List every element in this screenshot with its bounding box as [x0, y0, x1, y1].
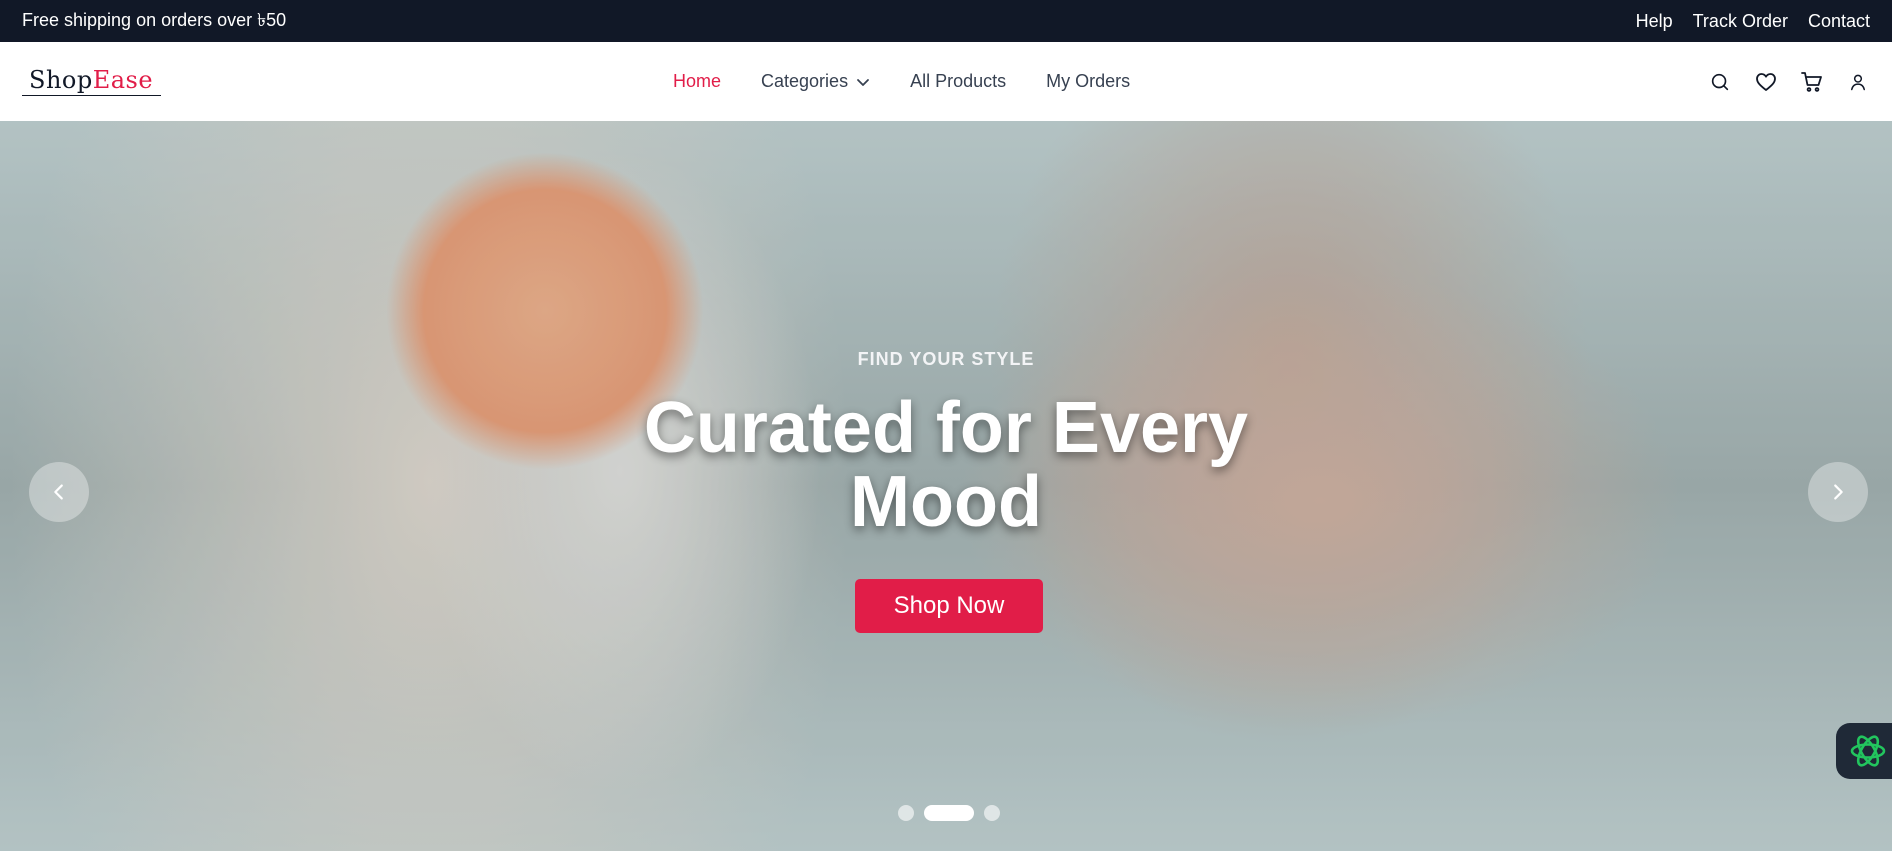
announcement-bar: Free shipping on orders over ৳50 Help Tr…	[0, 0, 1892, 42]
carousel-indicators	[898, 805, 1000, 821]
nav-home[interactable]: Home	[673, 71, 721, 92]
cart-icon[interactable]	[1800, 70, 1824, 94]
carousel-prev-button[interactable]	[29, 462, 89, 522]
heart-icon[interactable]	[1754, 70, 1778, 94]
chevron-right-icon	[1834, 484, 1843, 500]
logo-text-ease: Ease	[92, 66, 154, 94]
topbar-links: Help Track Order Contact	[1636, 11, 1870, 32]
logo-text-shop: Shop	[29, 66, 93, 94]
hero-headline: Curated for Every Mood	[643, 388, 1249, 542]
nav-all-products[interactable]: All Products	[910, 71, 1006, 92]
shop-now-button[interactable]: Shop Now	[855, 579, 1043, 633]
chevron-left-icon	[54, 484, 63, 500]
nav-categories[interactable]: Categories	[761, 71, 870, 92]
user-icon[interactable]	[1846, 70, 1870, 94]
carousel-next-button[interactable]	[1808, 462, 1868, 522]
site-header: ShopEase Home Categories All Products My…	[0, 42, 1892, 121]
contact-link[interactable]: Contact	[1808, 11, 1870, 32]
promo-text: Free shipping on orders over ৳50	[22, 9, 287, 30]
hero-carousel: FIND YOUR STYLE Curated for Every Mood S…	[0, 121, 1892, 851]
nav-my-orders[interactable]: My Orders	[1046, 71, 1130, 92]
help-link[interactable]: Help	[1636, 11, 1673, 32]
hero-eyebrow: FIND YOUR STYLE	[857, 349, 1035, 369]
chevron-down-icon	[857, 78, 869, 86]
carousel-dot-2[interactable]	[924, 805, 974, 821]
carousel-dot-1[interactable]	[898, 805, 914, 821]
nav-categories-label: Categories	[761, 71, 849, 91]
logo[interactable]: ShopEase	[22, 66, 162, 96]
header-actions	[1708, 42, 1870, 121]
ai-assistant-button[interactable]	[1836, 723, 1892, 779]
main-nav: Home Categories All Products My Orders	[673, 42, 1130, 121]
search-icon[interactable]	[1708, 70, 1732, 94]
carousel-dot-3[interactable]	[984, 805, 1000, 821]
track-order-link[interactable]: Track Order	[1693, 11, 1788, 32]
hero-content: FIND YOUR STYLE Curated for Every Mood S…	[0, 121, 1892, 851]
assistant-icon	[1850, 735, 1886, 767]
